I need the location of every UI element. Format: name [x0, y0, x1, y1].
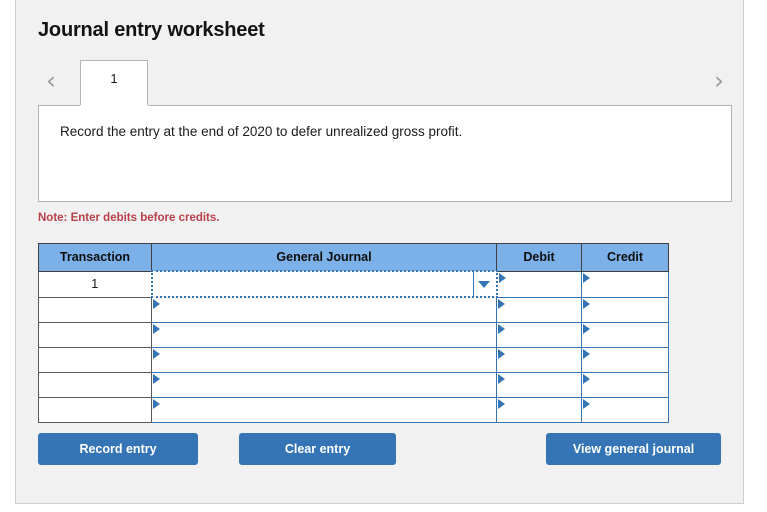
transaction-cell [38, 322, 152, 348]
cell-marker-icon [583, 298, 590, 309]
credit-input[interactable] [581, 296, 669, 323]
table-row: 1 [38, 270, 669, 298]
instruction-panel: Record the entry at the end of 2020 to d… [38, 106, 732, 202]
debit-input[interactable] [496, 372, 582, 398]
journal-entry-table: Transaction General Journal Debit Credit… [38, 243, 669, 423]
cell-marker-icon [583, 399, 590, 409]
tab-1[interactable]: 1 [80, 60, 148, 107]
cell-marker-icon [583, 374, 590, 384]
table-row [38, 296, 669, 323]
transaction-cell [38, 397, 152, 423]
chevron-right-icon[interactable]: › [706, 66, 732, 96]
cell-marker-icon [498, 324, 505, 334]
general-journal-input-active[interactable] [150, 270, 498, 298]
transaction-cell [38, 372, 152, 398]
transaction-cell [38, 347, 152, 373]
record-entry-button[interactable]: Record entry [38, 433, 198, 465]
account-dropdown-toggle[interactable] [472, 272, 494, 296]
transaction-cell [38, 296, 152, 323]
cell-marker-icon [498, 272, 506, 283]
general-journal-input[interactable] [151, 372, 497, 398]
column-header-general-journal: General Journal [151, 243, 497, 272]
cell-marker-icon [583, 349, 590, 359]
credit-input[interactable] [581, 347, 669, 373]
debit-input[interactable] [496, 322, 582, 348]
cell-marker-icon [498, 399, 505, 409]
transaction-cell: 1 [38, 270, 152, 298]
debit-input[interactable] [496, 270, 582, 298]
column-header-transaction: Transaction [38, 243, 152, 272]
cell-marker-icon [583, 324, 590, 334]
cell-marker-icon [153, 399, 160, 409]
general-journal-input[interactable] [151, 322, 497, 348]
cell-marker-icon [498, 374, 505, 384]
credit-input[interactable] [581, 397, 669, 423]
cell-marker-icon [153, 299, 160, 309]
cell-marker-icon [498, 298, 505, 309]
cell-marker-icon [583, 272, 590, 283]
clear-entry-button[interactable]: Clear entry [239, 433, 396, 465]
cell-marker-icon [153, 324, 160, 334]
debits-before-credits-note: Note: Enter debits before credits. [38, 212, 220, 224]
credit-input[interactable] [581, 372, 669, 398]
table-header-row: Transaction General Journal Debit Credit [38, 243, 669, 272]
chevron-left-icon[interactable]: ‹ [38, 66, 64, 96]
view-general-journal-button[interactable]: View general journal [546, 433, 721, 465]
credit-input[interactable] [581, 322, 669, 348]
general-journal-input[interactable] [151, 397, 497, 423]
chevron-down-icon [477, 280, 490, 288]
page-title: Journal entry worksheet [38, 19, 265, 41]
debit-input[interactable] [496, 397, 582, 423]
debit-input[interactable] [496, 347, 582, 373]
tab-strip: ‹ 1 › [38, 58, 732, 107]
table-row [38, 372, 669, 398]
cell-marker-icon [153, 374, 160, 384]
table-row [38, 397, 669, 423]
general-journal-input[interactable] [151, 296, 497, 323]
table-row [38, 347, 669, 373]
general-journal-input[interactable] [151, 347, 497, 373]
cell-marker-icon [498, 349, 505, 359]
cell-marker-icon [153, 349, 160, 359]
table-row [38, 322, 669, 348]
credit-input[interactable] [581, 270, 669, 298]
column-header-debit: Debit [496, 243, 582, 272]
instruction-text: Record the entry at the end of 2020 to d… [60, 124, 463, 139]
journal-entry-worksheet-card: Journal entry worksheet ‹ 1 › Record the… [15, 0, 744, 504]
debit-input[interactable] [496, 296, 582, 323]
column-header-credit: Credit [581, 243, 669, 272]
